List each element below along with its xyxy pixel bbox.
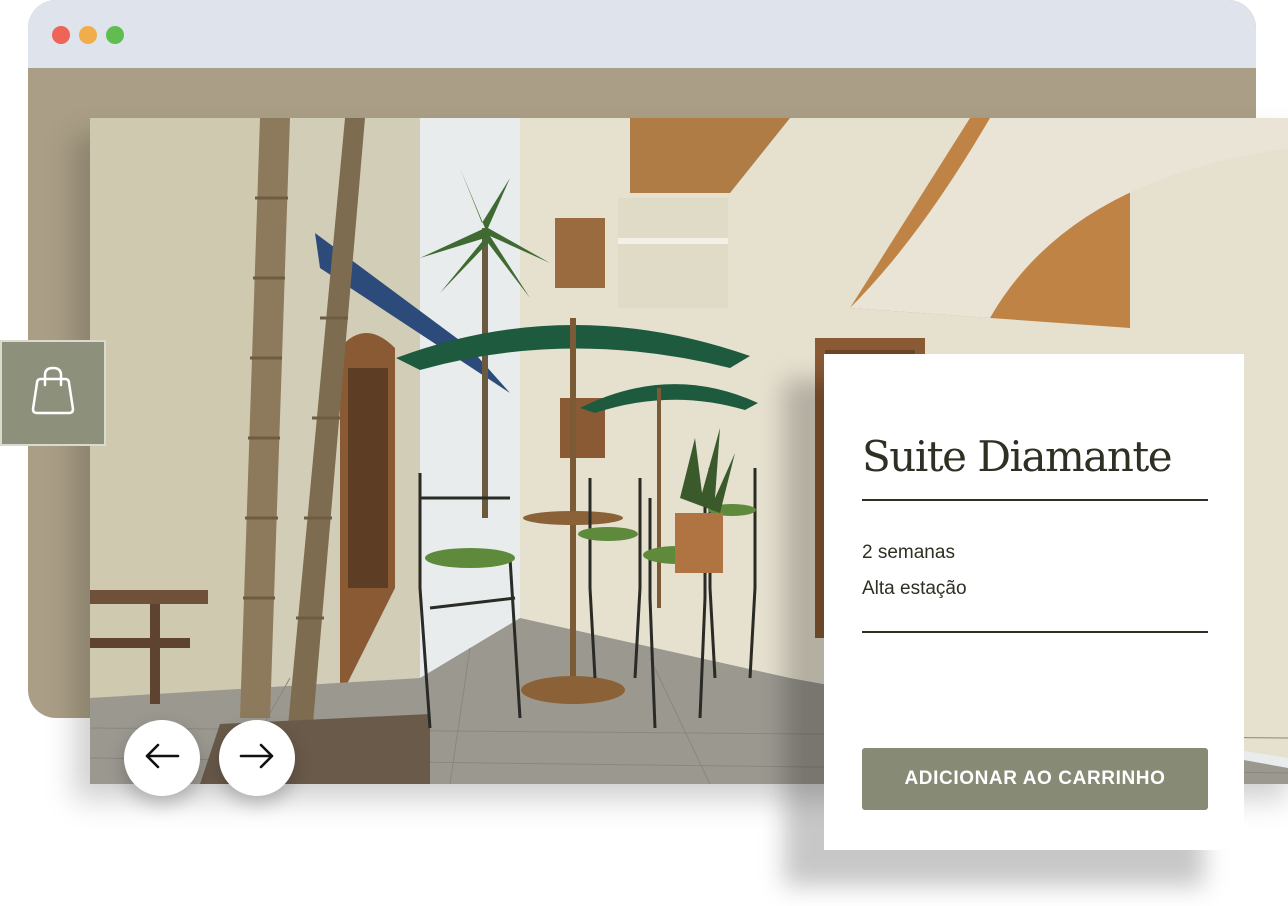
product-card: Suite Diamante 2 semanas Alta estação AD… bbox=[824, 354, 1244, 850]
product-season: Alta estação bbox=[862, 578, 967, 599]
product-duration: 2 semanas bbox=[862, 542, 955, 563]
previous-image-button[interactable] bbox=[124, 720, 200, 796]
arrow-left-icon bbox=[144, 742, 180, 775]
add-to-cart-button[interactable]: ADICIONAR AO CARRINHO bbox=[862, 748, 1208, 810]
shopping-bag-icon bbox=[29, 365, 77, 422]
divider bbox=[862, 499, 1208, 501]
next-image-button[interactable] bbox=[219, 720, 295, 796]
shopping-bag-tile[interactable] bbox=[0, 340, 106, 446]
arrow-right-icon bbox=[239, 742, 275, 775]
window-maximize-button[interactable] bbox=[106, 26, 124, 44]
divider bbox=[862, 631, 1208, 633]
browser-titlebar bbox=[28, 0, 1256, 68]
window-minimize-button[interactable] bbox=[79, 26, 97, 44]
product-title: Suite Diamante bbox=[862, 432, 1173, 481]
window-close-button[interactable] bbox=[52, 26, 70, 44]
